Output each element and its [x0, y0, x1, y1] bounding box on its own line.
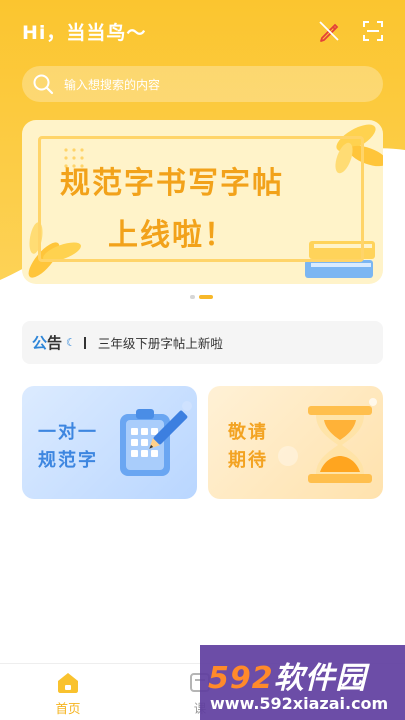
search-placeholder: 输入想搜索的内容 — [64, 77, 161, 92]
notice-bar[interactable]: 公 告 ☾ 三年级下册字帖上新啦 — [22, 321, 383, 364]
notice-text: 三年级下册字帖上新啦 — [97, 336, 223, 351]
tab-home[interactable]: 首页 — [28, 670, 108, 717]
card-one-on-one[interactable]: 一对一 规范字 — [22, 386, 197, 499]
home-icon — [58, 673, 78, 693]
notice-tag-part1: 公 — [32, 334, 48, 352]
search-icon — [33, 74, 54, 95]
notice-divider — [83, 336, 86, 349]
notice-tag-part2: 告 — [47, 334, 63, 352]
search-input[interactable]: 输入想搜索的内容 — [22, 66, 383, 102]
carousel-indicator — [190, 295, 213, 299]
greeting-text: Hi，当当鸟～ — [22, 22, 147, 44]
card-left-line2: 规范字 — [38, 450, 98, 471]
carousel-dot-active[interactable] — [199, 295, 213, 299]
card-right-line1: 敬请 — [228, 422, 268, 443]
signal-icon: ☾ — [66, 336, 76, 349]
hourglass-icon — [308, 406, 372, 483]
pencil-off-icon[interactable] — [316, 18, 342, 44]
site-watermark: 592软件园 www.592xiazai.com — [200, 645, 405, 720]
clipboard-pencil-icon — [120, 409, 188, 476]
tab-home-label: 首页 — [55, 701, 81, 716]
card-right-line2: 期待 — [228, 450, 268, 471]
home-screen: Hi，当当鸟～ 输入想搜索的内容 规范字书写字帖 上线啦！ 公 告 ☾ 三年级下… — [0, 0, 405, 720]
scan-icon[interactable] — [360, 18, 386, 44]
card-right-title: 敬请 期待 — [228, 419, 268, 475]
watermark-brand: 592软件园 — [208, 653, 367, 697]
carousel-dot[interactable] — [190, 295, 195, 299]
card-left-title: 一对一 规范字 — [38, 419, 98, 475]
watermark-url: www.592xiazai.com — [210, 694, 389, 713]
banner-title-line1: 规范字书写字帖 — [60, 166, 284, 201]
watermark-brand-text: 软件园 — [273, 661, 367, 696]
promo-banner[interactable]: 规范字书写字帖 上线啦！ — [22, 120, 383, 284]
card-left-line1: 一对一 — [38, 422, 98, 443]
watermark-number: 592 — [208, 661, 274, 696]
banner-title-line2: 上线啦！ — [108, 218, 236, 253]
card-coming-soon[interactable]: 敬请 期待 — [208, 386, 383, 499]
